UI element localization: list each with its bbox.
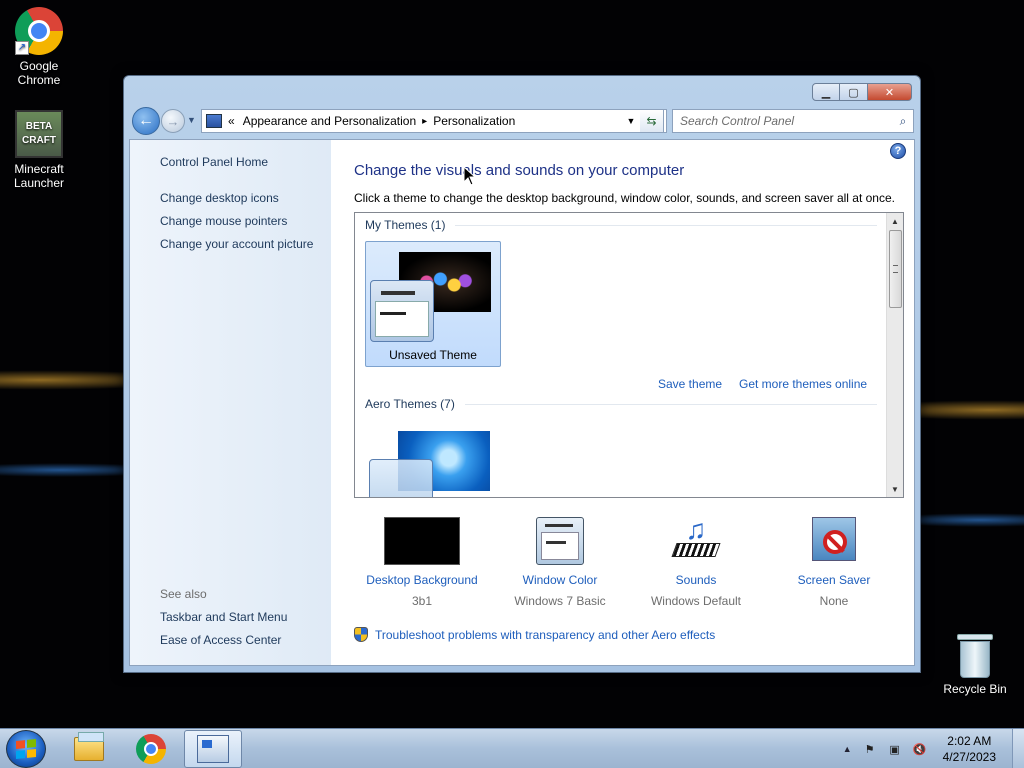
aero-themes-header: Aero Themes (7) bbox=[365, 397, 877, 411]
troubleshoot-link[interactable]: Troubleshoot problems with transparency … bbox=[354, 627, 715, 642]
control-panel-home-link[interactable]: Control Panel Home bbox=[160, 155, 268, 169]
taskbar-start-menu-link[interactable]: Taskbar and Start Menu bbox=[160, 610, 287, 624]
chrome-icon bbox=[136, 734, 166, 764]
window-color-setting[interactable]: Window Color Windows 7 Basic bbox=[490, 517, 630, 608]
sounds-setting[interactable]: ♫ Sounds Windows Default bbox=[626, 516, 766, 609]
system-tray: ▲ ⚑ ▣ 🔇 2:02 AM 4/27/2023 bbox=[843, 729, 1024, 768]
minimize-button[interactable]: ▁ bbox=[812, 83, 840, 101]
search-box: ⌕ bbox=[672, 109, 914, 133]
desktop-icon-minecraft[interactable]: BETA CRAFT Minecraft Launcher bbox=[1, 110, 77, 190]
setting-value: Windows Default bbox=[650, 594, 742, 608]
change-account-picture-link[interactable]: Change your account picture bbox=[160, 237, 313, 251]
setting-title[interactable]: Sounds bbox=[626, 573, 766, 587]
scroll-thumb[interactable] bbox=[889, 230, 902, 308]
theme-name: Unsaved Theme bbox=[389, 348, 477, 362]
scroll-up-icon[interactable]: ▲ bbox=[887, 213, 903, 229]
search-icon[interactable]: ⌕ bbox=[893, 114, 913, 129]
taskbar: ▲ ⚑ ▣ 🔇 2:02 AM 4/27/2023 bbox=[0, 728, 1024, 768]
page-description: Click a theme to change the desktop back… bbox=[354, 191, 895, 205]
recent-pages-dropdown[interactable]: ▼ bbox=[187, 115, 196, 125]
refresh-icon: ⇆ bbox=[646, 114, 657, 128]
volume-muted-icon[interactable]: 🔇 bbox=[912, 741, 928, 757]
desktop-icon-label: Minecraft Launcher bbox=[13, 162, 65, 190]
see-also-label: See also bbox=[160, 587, 207, 601]
personalization-window: ▁ ▢ ✕ ← → ▼ « Appearance and Personaliza… bbox=[123, 75, 921, 673]
clock-time: 2:02 AM bbox=[947, 734, 992, 748]
save-theme-link[interactable]: Save theme bbox=[658, 377, 722, 391]
desktop-background-setting[interactable]: Desktop Background 3b1 bbox=[352, 517, 492, 608]
forward-button[interactable]: → bbox=[161, 109, 185, 133]
content-area: Control Panel Home Change desktop icons … bbox=[129, 139, 915, 666]
screen-saver-setting[interactable]: Screen Saver None bbox=[764, 517, 904, 608]
theme-list: My Themes (1) Unsaved Theme Save theme G… bbox=[354, 212, 904, 498]
desktop-icon-label: Google Chrome bbox=[17, 59, 61, 87]
theme-window-preview bbox=[370, 280, 434, 342]
taskbar-chrome[interactable] bbox=[122, 730, 180, 768]
desktop-background-icon bbox=[384, 517, 460, 565]
close-button[interactable]: ✕ bbox=[868, 83, 912, 101]
control-panel-icon bbox=[206, 114, 222, 128]
screen-saver-none-icon bbox=[812, 517, 856, 561]
arrow-right-icon: → bbox=[166, 113, 180, 129]
setting-title[interactable]: Desktop Background bbox=[352, 573, 492, 587]
windows-logo-icon bbox=[16, 738, 36, 760]
refresh-button[interactable]: ⇆ bbox=[640, 109, 664, 133]
setting-value: Windows 7 Basic bbox=[514, 594, 606, 608]
get-more-themes-link[interactable]: Get more themes online bbox=[739, 377, 867, 391]
minecraft-icon: BETA CRAFT bbox=[15, 110, 63, 158]
network-icon[interactable]: ▣ bbox=[887, 741, 903, 757]
shield-icon bbox=[354, 627, 368, 642]
setting-title[interactable]: Screen Saver bbox=[764, 573, 904, 587]
breadcrumb-appearance[interactable]: Appearance and Personalization bbox=[243, 114, 416, 128]
arrow-left-icon: ← bbox=[138, 112, 154, 129]
theme-list-scrollbar[interactable]: ▲ ▼ bbox=[886, 213, 903, 497]
window-color-icon bbox=[536, 517, 584, 565]
left-pane: Control Panel Home Change desktop icons … bbox=[130, 140, 331, 665]
change-desktop-icons-link[interactable]: Change desktop icons bbox=[160, 191, 279, 205]
taskbar-explorer[interactable] bbox=[60, 730, 118, 768]
taskbar-control-panel[interactable] bbox=[184, 730, 242, 768]
chrome-icon: ↗ bbox=[15, 7, 63, 55]
setting-value: 3b1 bbox=[411, 594, 433, 608]
clock-date: 4/27/2023 bbox=[942, 750, 996, 764]
shortcut-arrow-icon: ↗ bbox=[15, 41, 29, 55]
ease-of-access-link[interactable]: Ease of Access Center bbox=[160, 633, 281, 647]
search-input[interactable] bbox=[673, 114, 893, 128]
desktop-icon-recycle-bin[interactable]: Recycle Bin bbox=[937, 632, 1013, 696]
desktop-icon-label: Recycle Bin bbox=[943, 682, 1007, 696]
address-dropdown-icon[interactable]: ▼ bbox=[622, 116, 640, 126]
address-prefix[interactable]: « bbox=[228, 114, 235, 128]
control-panel-icon bbox=[197, 735, 229, 763]
show-hidden-icons-icon[interactable]: ▲ bbox=[843, 744, 852, 754]
my-themes-header: My Themes (1) bbox=[365, 218, 877, 232]
address-bar[interactable]: « Appearance and Personalization ▸ Perso… bbox=[201, 109, 667, 133]
breadcrumb-separator-icon[interactable]: ▸ bbox=[422, 116, 427, 127]
help-icon[interactable]: ? bbox=[890, 143, 906, 159]
clock[interactable]: 2:02 AM 4/27/2023 bbox=[943, 733, 996, 765]
navigation-bar: ← → ▼ « Appearance and Personalization ▸… bbox=[132, 107, 914, 135]
folder-icon bbox=[74, 732, 104, 761]
action-center-flag-icon[interactable]: ⚑ bbox=[862, 741, 878, 757]
show-desktop-button[interactable] bbox=[1012, 729, 1024, 768]
change-mouse-pointers-link[interactable]: Change mouse pointers bbox=[160, 214, 287, 228]
desktop-icon-chrome[interactable]: ↗ Google Chrome bbox=[1, 7, 77, 87]
recycle-bin-icon bbox=[957, 634, 993, 678]
page-title: Change the visuals and sounds on your co… bbox=[354, 162, 685, 179]
back-button[interactable]: ← bbox=[132, 107, 160, 135]
music-notes-icon: ♫ bbox=[671, 516, 721, 565]
maximize-button[interactable]: ▢ bbox=[840, 83, 868, 101]
setting-value: None bbox=[819, 594, 849, 608]
window-controls: ▁ ▢ ✕ bbox=[812, 83, 912, 101]
theme-window-preview bbox=[369, 459, 433, 497]
breadcrumb-personalization[interactable]: Personalization bbox=[433, 114, 515, 128]
scroll-down-icon[interactable]: ▼ bbox=[887, 481, 903, 497]
start-button[interactable] bbox=[6, 730, 46, 768]
setting-title[interactable]: Window Color bbox=[490, 573, 630, 587]
theme-tile-unsaved[interactable]: Unsaved Theme bbox=[365, 241, 501, 367]
theme-tile-windows-7[interactable] bbox=[365, 421, 501, 497]
